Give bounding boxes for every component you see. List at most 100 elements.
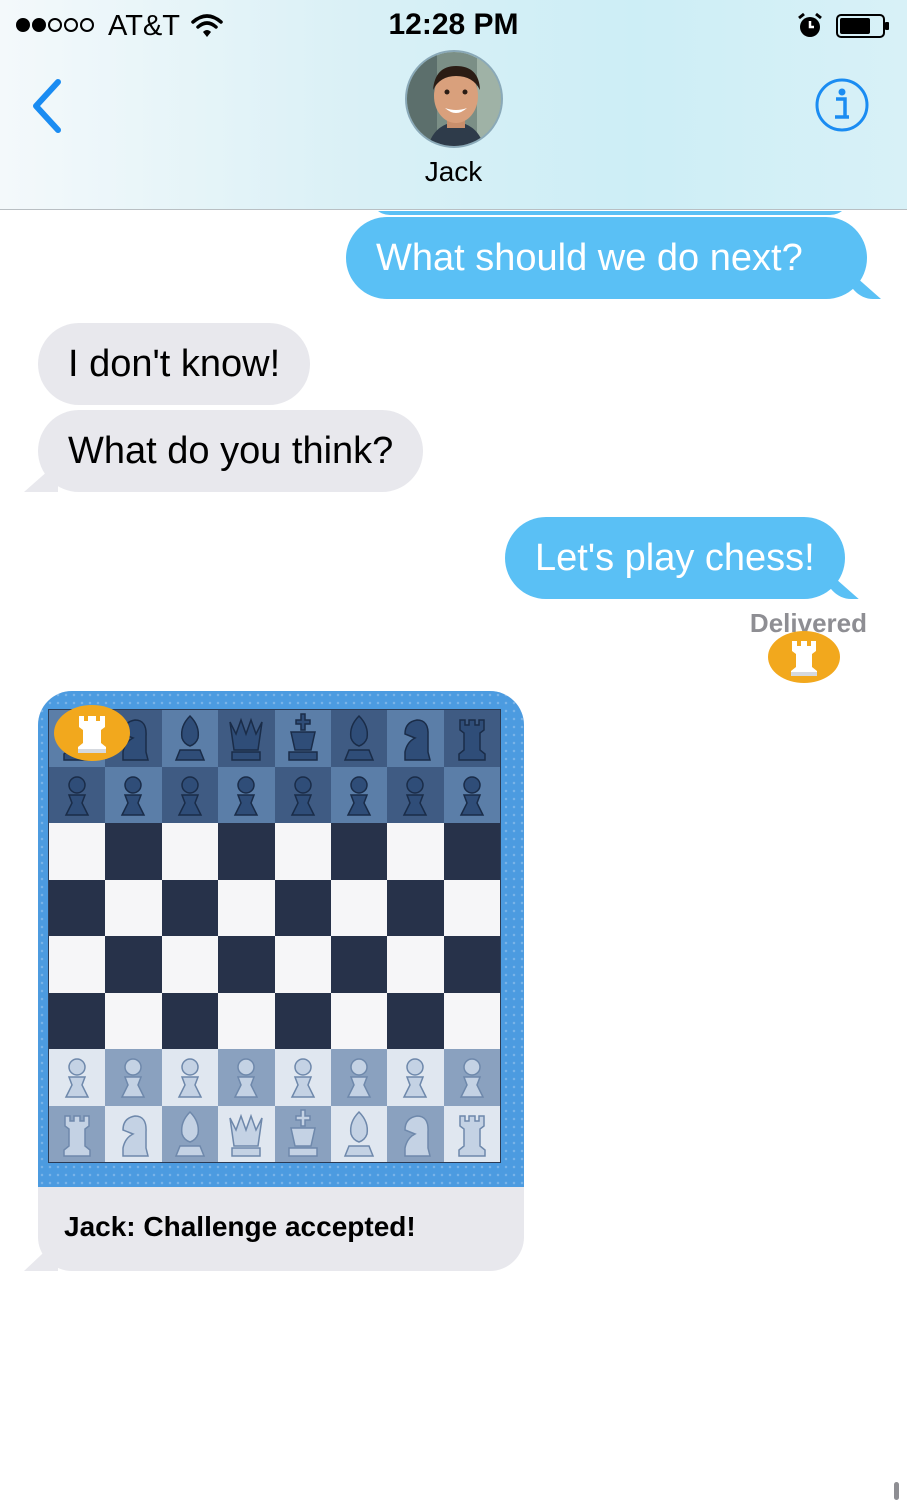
board-square[interactable] [105, 823, 162, 880]
board-square[interactable] [218, 879, 275, 936]
chess-piece-pawn[interactable] [109, 769, 157, 821]
board-square[interactable] [330, 1105, 388, 1162]
board-square[interactable] [330, 992, 388, 1049]
chess-piece-pawn[interactable] [448, 1051, 496, 1103]
board-square[interactable] [105, 936, 162, 993]
contact-avatar[interactable] [405, 50, 503, 148]
board-square[interactable] [443, 879, 500, 936]
chess-piece-pawn[interactable] [166, 1051, 214, 1103]
board-square[interactable] [218, 823, 275, 880]
board-square[interactable] [387, 1049, 444, 1106]
board-square[interactable] [274, 1105, 331, 1162]
board-square[interactable] [218, 766, 275, 823]
chess-piece-pawn[interactable] [335, 769, 383, 821]
board-square[interactable] [49, 1049, 106, 1106]
board-square[interactable] [330, 879, 388, 936]
scroll-indicator[interactable] [894, 1482, 899, 1500]
chess-piece-pawn[interactable] [109, 1051, 157, 1103]
message-bubble-incoming[interactable]: I don't know! [38, 323, 311, 405]
board-square[interactable] [387, 879, 444, 936]
board-square[interactable] [49, 766, 106, 823]
chess-piece-pawn[interactable] [279, 769, 327, 821]
board-square[interactable] [330, 823, 388, 880]
board-square[interactable] [387, 992, 444, 1049]
board-square[interactable] [443, 936, 500, 993]
board-square[interactable] [387, 710, 444, 767]
info-icon[interactable] [814, 77, 870, 133]
game-message-card[interactable]: Jack: Challenge accepted! [38, 691, 524, 1271]
chess-piece-pawn[interactable] [279, 1051, 327, 1103]
message-thread[interactable]: What should we do next? I don't know! Wh… [0, 211, 907, 1502]
board-square[interactable] [218, 1105, 275, 1162]
board-square[interactable] [105, 766, 162, 823]
board-square[interactable] [218, 992, 275, 1049]
board-square[interactable] [161, 879, 219, 936]
chess-piece-bishop[interactable] [166, 712, 214, 764]
board-square[interactable] [274, 879, 331, 936]
chess-piece-pawn[interactable] [335, 1051, 383, 1103]
board-square[interactable] [161, 710, 219, 767]
board-square[interactable] [49, 879, 106, 936]
chess-board[interactable] [48, 709, 501, 1163]
chess-piece-knight[interactable] [391, 712, 439, 764]
chess-piece-knight[interactable] [391, 1108, 439, 1160]
board-square[interactable] [218, 710, 275, 767]
board-square[interactable] [49, 936, 106, 993]
chess-piece-queen[interactable] [222, 1108, 270, 1160]
board-square[interactable] [274, 936, 331, 993]
board-square[interactable] [387, 766, 444, 823]
board-square[interactable] [387, 1105, 444, 1162]
board-square[interactable] [274, 710, 331, 767]
chess-piece-pawn[interactable] [222, 769, 270, 821]
chess-piece-rook[interactable] [448, 712, 496, 764]
chess-piece-pawn[interactable] [53, 1051, 101, 1103]
board-square[interactable] [161, 766, 219, 823]
board-square[interactable] [105, 992, 162, 1049]
board-square[interactable] [161, 992, 219, 1049]
chess-piece-pawn[interactable] [53, 769, 101, 821]
board-square[interactable] [105, 1105, 162, 1162]
chess-piece-king[interactable] [279, 1108, 327, 1160]
board-square[interactable] [105, 879, 162, 936]
board-square[interactable] [161, 1105, 219, 1162]
board-square[interactable] [387, 936, 444, 993]
board-square[interactable] [443, 1105, 500, 1162]
chess-piece-bishop[interactable] [335, 1108, 383, 1160]
chess-piece-king[interactable] [279, 712, 327, 764]
chess-piece-rook[interactable] [53, 1108, 101, 1160]
message-bubble-incoming[interactable]: What do you think? [38, 410, 424, 492]
contact-name[interactable]: Jack [0, 156, 907, 188]
chess-piece-rook[interactable] [448, 1108, 496, 1160]
board-square[interactable] [443, 823, 500, 880]
board-square[interactable] [49, 823, 106, 880]
board-square[interactable] [443, 766, 500, 823]
board-square[interactable] [161, 823, 219, 880]
board-square[interactable] [330, 710, 388, 767]
board-square[interactable] [274, 823, 331, 880]
chess-piece-knight[interactable] [109, 1108, 157, 1160]
board-square[interactable] [161, 936, 219, 993]
chess-piece-pawn[interactable] [448, 769, 496, 821]
board-square[interactable] [274, 992, 331, 1049]
message-bubble-outgoing[interactable]: Let's play chess! [505, 517, 845, 599]
board-square[interactable] [330, 1049, 388, 1106]
rook-badge-icon[interactable] [766, 629, 842, 685]
board-square[interactable] [443, 710, 500, 767]
board-square[interactable] [274, 766, 331, 823]
board-square[interactable] [161, 1049, 219, 1106]
board-square[interactable] [49, 992, 106, 1049]
chess-piece-bishop[interactable] [166, 1108, 214, 1160]
board-square[interactable] [105, 1049, 162, 1106]
chess-piece-pawn[interactable] [222, 1051, 270, 1103]
chess-piece-pawn[interactable] [391, 769, 439, 821]
board-square[interactable] [443, 1049, 500, 1106]
chess-piece-pawn[interactable] [166, 769, 214, 821]
board-square[interactable] [218, 1049, 275, 1106]
board-square[interactable] [387, 823, 444, 880]
board-square[interactable] [274, 1049, 331, 1106]
chess-piece-bishop[interactable] [335, 712, 383, 764]
chess-piece-queen[interactable] [222, 712, 270, 764]
back-chevron-icon[interactable] [28, 76, 68, 136]
board-square[interactable] [218, 936, 275, 993]
board-square[interactable] [330, 766, 388, 823]
